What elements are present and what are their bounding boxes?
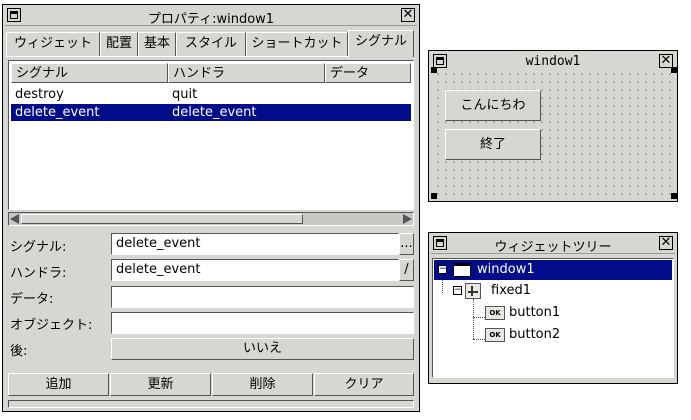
row-handler: quit [172,87,198,102]
add-button[interactable]: 追加 [8,373,109,396]
handler-field[interactable]: delete_event [111,259,399,281]
column-signal[interactable]: シグナル [11,63,168,83]
signal-field[interactable]: delete_event [111,233,399,255]
tab-basic[interactable]: 基本 [138,32,176,56]
row-handler: delete_event [172,105,257,120]
list-item[interactable]: destroy quit [11,86,411,103]
close-icon[interactable]: ✕ [659,54,673,68]
data-field[interactable] [111,286,414,308]
tree-item-window1[interactable]: − window1 [434,260,672,280]
after-toggle-button[interactable]: いいえ [111,338,414,360]
tree-item-label: fixed1 [491,283,532,298]
quit-button[interactable]: 終了 [445,129,541,160]
object-field[interactable] [111,312,414,334]
tab-shortcut[interactable]: ショートカット [246,32,348,56]
delete-button[interactable]: 削除 [212,373,313,396]
window-menu-icon[interactable] [433,236,447,250]
list-item-selected[interactable]: delete_event delete_event [11,104,411,121]
selection-handle[interactable] [431,193,437,199]
ok-button-icon: OK [485,306,505,320]
widget-tree[interactable]: − window1 − fixed1 OK button1 OK button2 [432,258,674,378]
column-handler[interactable]: ハンドラ [168,63,325,83]
hello-button[interactable]: こんにちわ [445,90,541,121]
window-menu-icon[interactable] [7,8,21,22]
object-label: オブジェクト: [10,318,93,333]
handler-label: ハンドラ: [10,266,67,281]
tab-placement[interactable]: 配置 [100,32,138,56]
expander-open-icon[interactable]: − [438,265,447,274]
selection-handle[interactable] [431,67,437,73]
window1-title: window1 [525,54,581,69]
tab-signal[interactable]: シグナル [348,30,414,57]
tree-connector [473,339,485,340]
fixed-container[interactable]: こんにちわ 終了 [431,67,677,199]
window-menu-icon[interactable] [433,54,447,68]
scroll-right-arrow-icon[interactable] [403,214,412,224]
widget-tree-titlebar[interactable]: ウィジェットツリー ✕ [431,235,675,255]
tree-item-label: window1 [477,262,535,277]
close-icon[interactable]: ✕ [401,8,415,22]
scrollbar-thumb[interactable] [21,214,303,224]
tree-item-label: button2 [509,327,561,342]
horizontal-scrollbar[interactable] [8,212,414,226]
tree-connector [473,299,474,339]
widget-tree-title: ウィジェットツリー [494,240,612,255]
properties-title: プロパティ:window1 [147,12,275,27]
selection-handle[interactable] [671,67,677,73]
ok-button-icon: OK [485,328,505,342]
expander-open-icon[interactable]: − [453,286,462,295]
tree-item-label: button1 [509,305,561,320]
scroll-left-arrow-icon[interactable] [10,214,19,224]
close-icon[interactable]: ✕ [659,236,673,250]
tab-widget[interactable]: ウィジェット [6,32,100,56]
row-signal: destroy [15,87,64,102]
selection-handle[interactable] [671,193,677,199]
window-icon [453,263,471,277]
fixed-icon [465,283,481,299]
properties-titlebar[interactable]: プロパティ:window1 ✕ [5,7,417,27]
column-data[interactable]: データ [325,63,411,83]
data-label: データ: [10,292,54,307]
update-button[interactable]: 更新 [110,373,211,396]
clear-button[interactable]: クリア [314,373,414,396]
row-signal: delete_event [15,105,100,120]
signal-select-button[interactable]: ... [399,233,414,255]
tree-connector [473,317,485,318]
signal-label: シグナル: [10,240,67,255]
after-label: 後: [10,344,28,359]
tab-style[interactable]: スタイル [176,32,246,56]
signal-list[interactable]: シグナル ハンドラ データ destroy quit delete_event … [8,60,414,210]
status-bar [8,400,414,408]
handler-edit-button[interactable]: / [399,259,414,281]
